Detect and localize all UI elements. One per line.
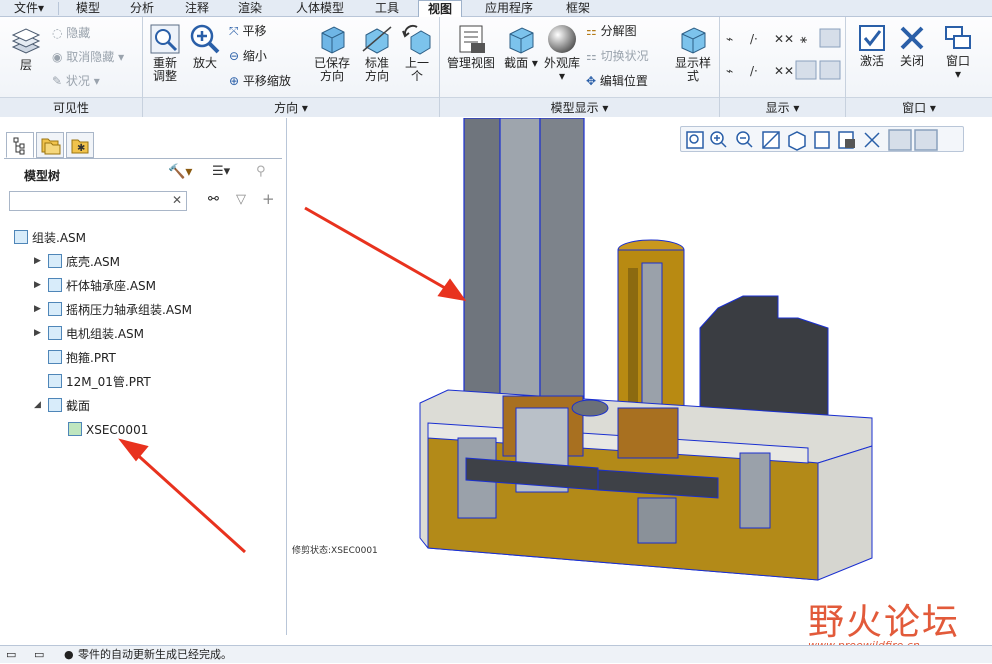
graphics-window[interactable]: 修剪状态:XSEC0001 [118,118,992,635]
status-message-icon[interactable]: ▭ [34,646,44,664]
status-message: 零件的自动更新生成已经完成。 [78,648,232,661]
status-bullet-icon: ● [64,648,74,661]
annotation-arrows [118,206,467,554]
watermark-title: 野火论坛 [808,602,961,643]
status-bar: ▭ ▭ ● 零件的自动更新生成已经完成。 [0,645,992,663]
status-view-icon[interactable]: ▭ [6,646,16,664]
